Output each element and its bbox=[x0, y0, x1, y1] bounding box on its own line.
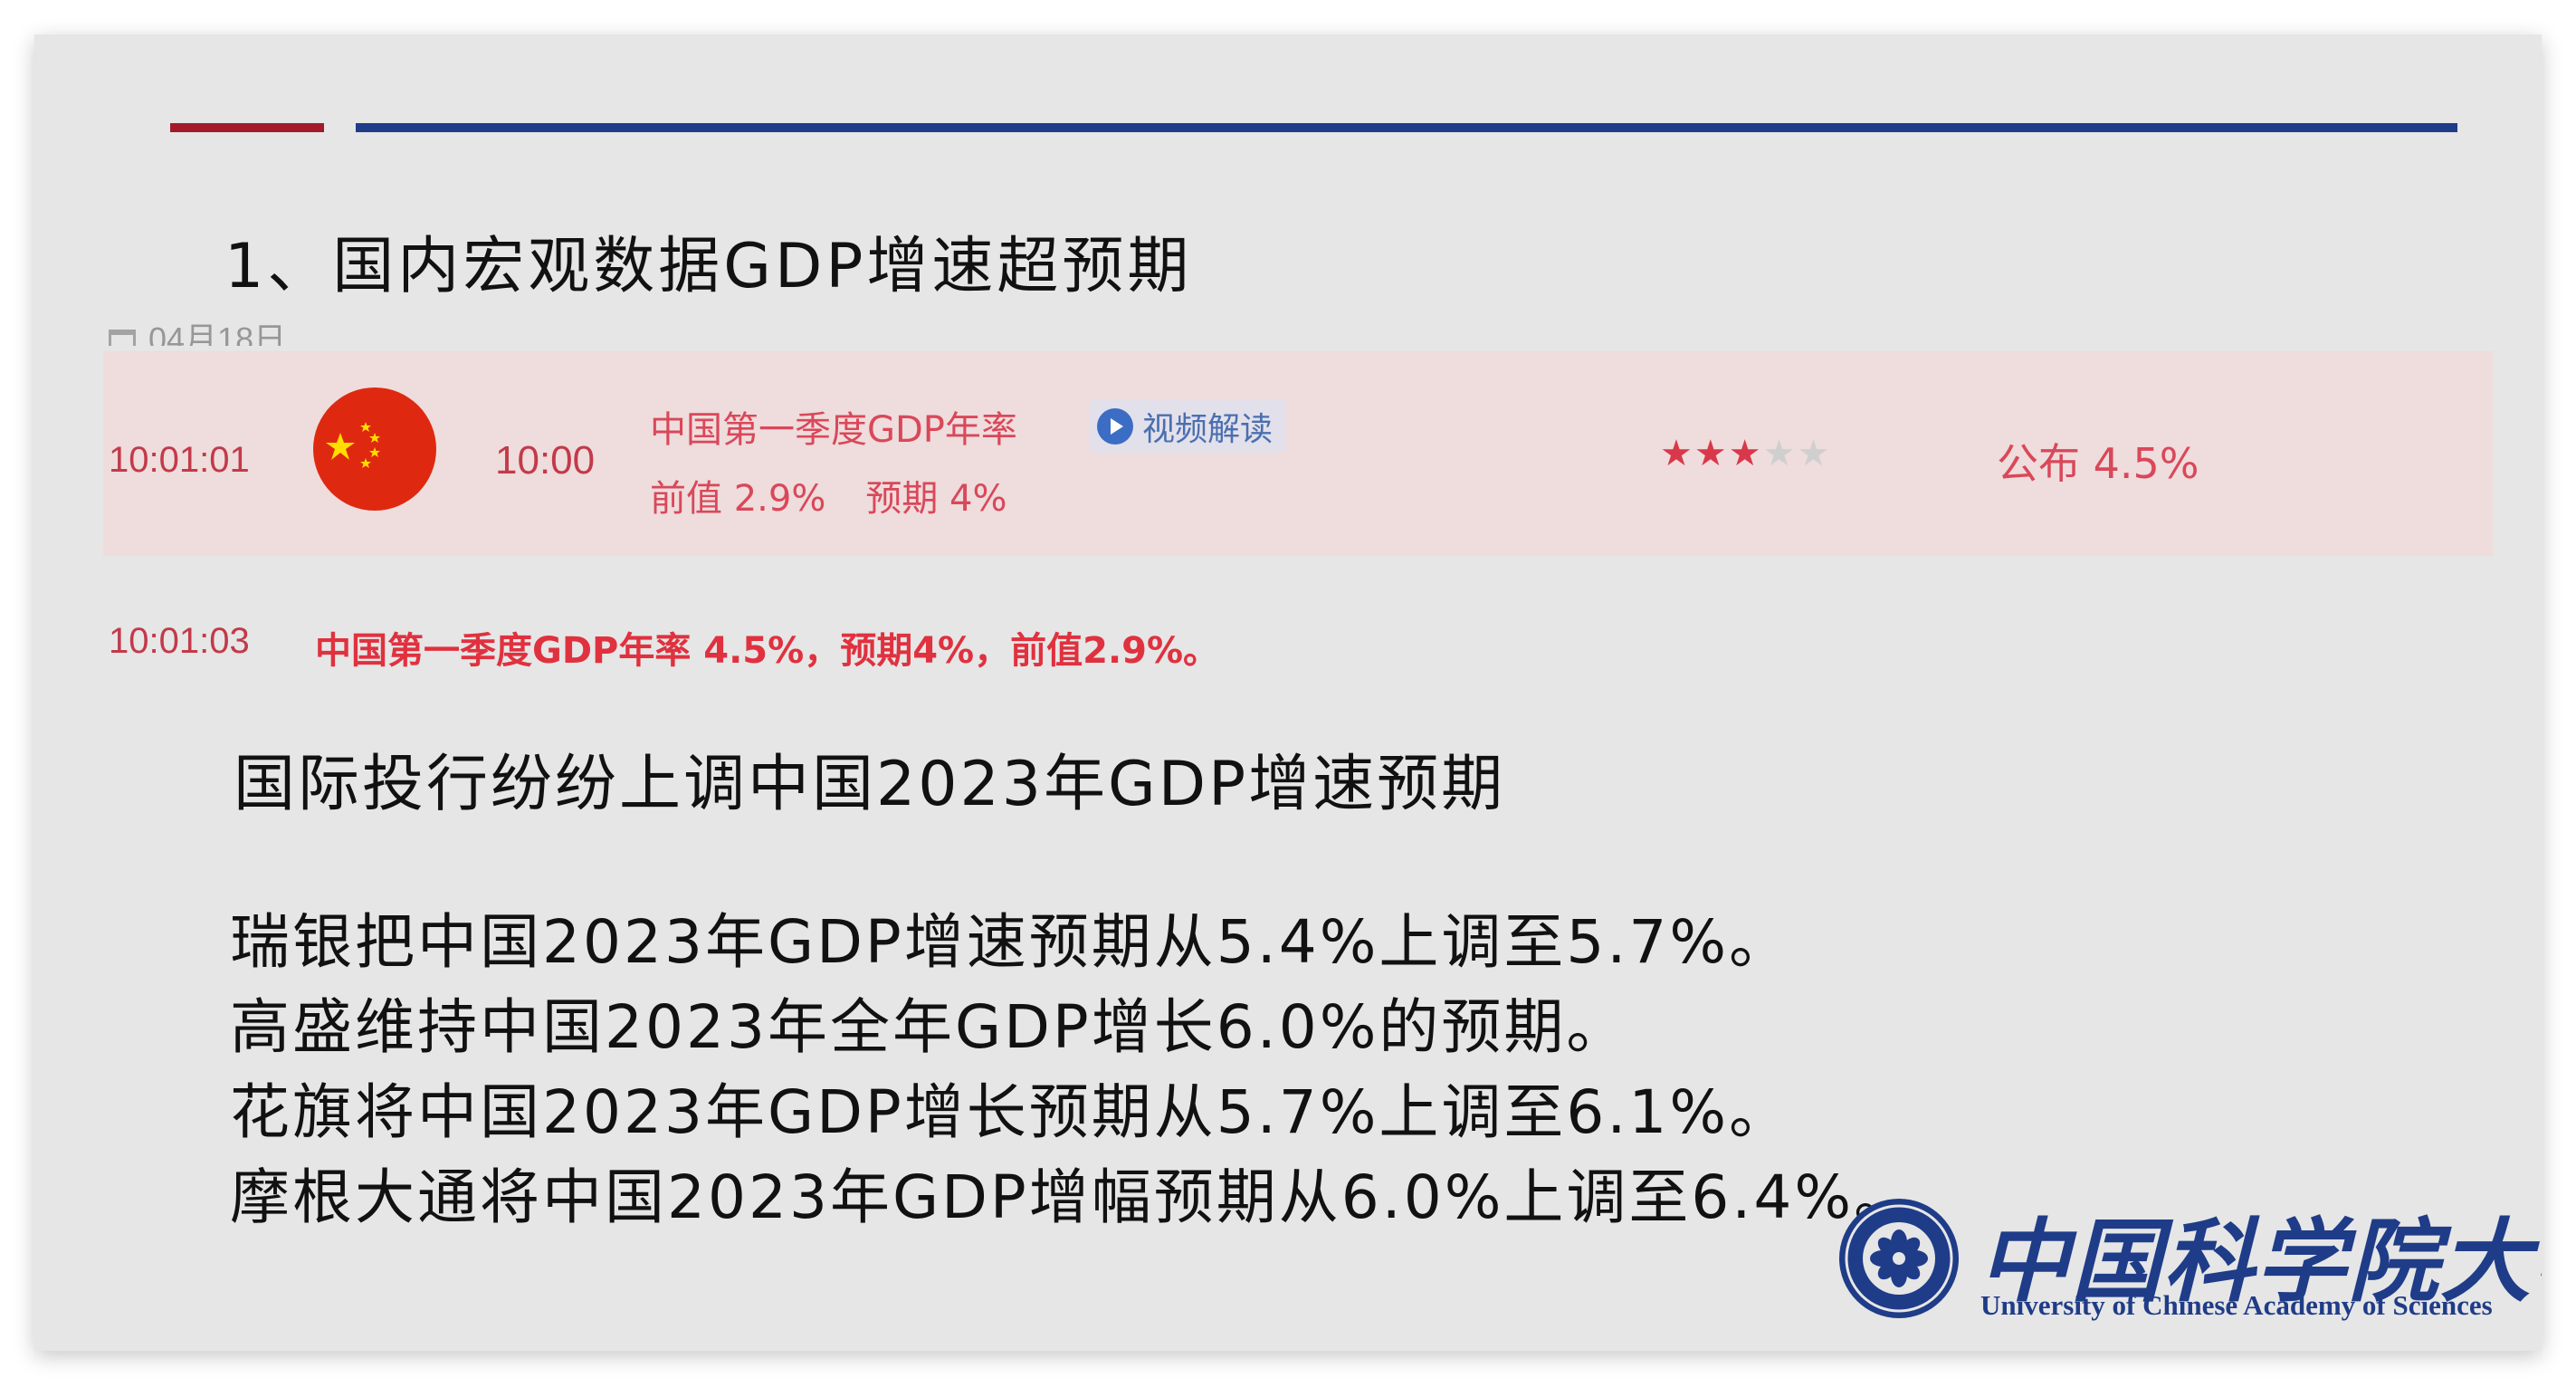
slide: 1、国内宏观数据GDP增速超预期 04月18日 10:01:01 10:00 中… bbox=[34, 34, 2542, 1351]
flag-big-star bbox=[326, 433, 355, 460]
forecast-item-jpmorgan: 摩根大通将中国2023年GDP增幅预期从6.0%上调至6.4%。 bbox=[230, 1162, 1917, 1232]
calendar-icon bbox=[109, 330, 136, 346]
star-icon: ★ bbox=[1797, 433, 1832, 474]
bank-forecast-list: 瑞银把中国2023年GDP增速预期从5.4%上调至5.7%。 高盛维持中国202… bbox=[230, 900, 1916, 1240]
video-interpretation-label: 视频解读 bbox=[1142, 411, 1274, 448]
event-time: 10:01:01 bbox=[109, 440, 250, 480]
forecast-item-goldman: 高盛维持中国2023年全年GDP增长6.0%的预期。 bbox=[230, 992, 1629, 1062]
flag-small-star-1 bbox=[360, 422, 371, 432]
play-icon bbox=[1097, 408, 1133, 445]
ucas-logo-english: University of Chinese Academy of Science… bbox=[1980, 1289, 2493, 1321]
importance-stars: ★★★★★ bbox=[1660, 433, 1831, 474]
ucas-logo: 中国科学院大学 University of Chinese Academy of… bbox=[1836, 1195, 2542, 1340]
event-prev-expected: 前值 2.9% 预期 4% bbox=[650, 469, 1007, 521]
video-interpretation-button[interactable]: 视频解读 bbox=[1090, 400, 1286, 453]
event-expected-value: 预期 4% bbox=[865, 478, 1007, 520]
star-icon: ★ bbox=[1728, 433, 1763, 474]
china-flag-icon bbox=[313, 387, 436, 511]
flag-small-star-4 bbox=[360, 458, 371, 468]
title-accent-red-bar bbox=[170, 123, 324, 132]
flash-news-text[interactable]: 中国第一季度GDP年率 4.5%，预期4%，前值2.9%。 bbox=[315, 621, 1219, 674]
event-name[interactable]: 中国第一季度GDP年率 bbox=[650, 400, 1017, 453]
star-icon: ★ bbox=[1762, 433, 1798, 474]
date-crumb: 04月18日 bbox=[109, 313, 286, 346]
star-icon: ★ bbox=[1660, 433, 1694, 474]
section-subheading: 国际投行纷纷上调中国2023年GDP增速预期 bbox=[234, 749, 1506, 820]
event-previous-value: 前值 2.9% bbox=[650, 478, 826, 520]
event-scheduled-time: 10:00 bbox=[495, 438, 596, 483]
date-crumb-label: 04月18日 bbox=[148, 320, 287, 346]
flash-time: 10:01:03 bbox=[109, 621, 250, 661]
slide-title: 1、国内宏观数据GDP增速超预期 bbox=[224, 231, 1193, 302]
title-accent-blue-bar bbox=[356, 123, 2457, 132]
flag-small-star-2 bbox=[369, 433, 380, 443]
star-icon: ★ bbox=[1693, 433, 1729, 474]
ucas-seal-icon bbox=[1839, 1199, 1959, 1318]
forecast-item-citi: 花旗将中国2023年GDP增长预期从5.7%上调至6.1%。 bbox=[230, 1077, 1792, 1147]
forecast-item-ubs: 瑞银把中国2023年GDP增速预期从5.4%上调至5.7%。 bbox=[230, 907, 1792, 977]
flag-small-star-3 bbox=[369, 447, 380, 457]
event-actual-value: 公布 4.5% bbox=[1997, 439, 2199, 488]
